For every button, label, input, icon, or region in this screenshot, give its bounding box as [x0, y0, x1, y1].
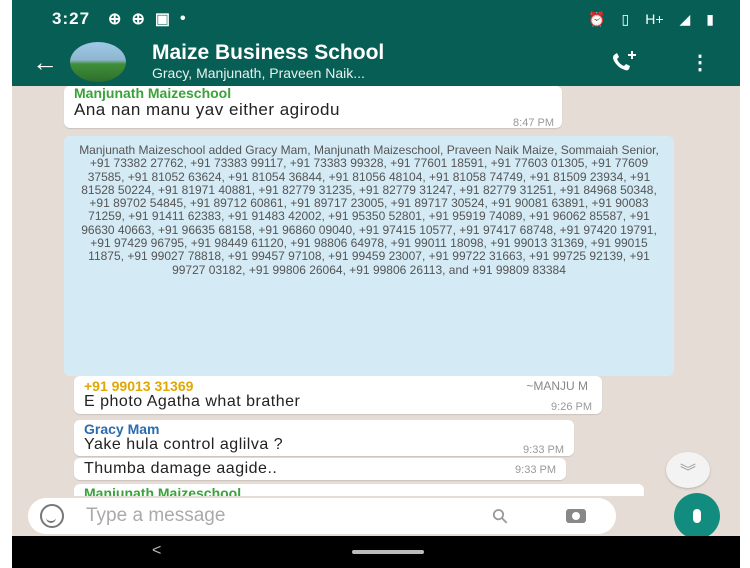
composer-bar: Type a message ⚲ [12, 493, 740, 539]
group-name: Maize Business School [152, 41, 385, 64]
camera-icon[interactable] [566, 509, 586, 523]
message-time: 9:33 PM [523, 444, 564, 456]
mic-glyph [693, 509, 701, 523]
more-vert-icon[interactable]: ⋮ [690, 50, 710, 75]
nav-back-icon[interactable]: < [152, 542, 161, 560]
add-call-icon[interactable] [610, 51, 636, 73]
battery-icon: ▮ [706, 10, 714, 27]
message-bubble[interactable]: +91 99013 31369 ~MANJU M E photo Agatha … [74, 376, 602, 414]
message-time: 8:47 PM [513, 117, 554, 129]
nav-home-icon[interactable] [352, 550, 424, 554]
message-time: 9:26 PM [551, 401, 592, 413]
message-bubble[interactable]: Thumba damage aagide.. 9:33 PM [74, 458, 566, 480]
attach-icon[interactable]: ⚲ [487, 502, 515, 530]
status-bar: 3:27 ⊕ ⊕ ▣ • ⏰ ▯ H+ ◢ ▮ [12, 0, 740, 38]
message-time: 9:33 PM [515, 464, 556, 476]
gallery-notification-icon: ▣ [154, 11, 170, 28]
system-message: Manjunath Maizeschool added Gracy Mam, M… [64, 136, 674, 376]
message-sender-phone[interactable]: +91 99013 31369 [84, 378, 193, 394]
vibrate-icon: ▯ [621, 10, 630, 27]
message-input-placeholder[interactable]: Type a message [86, 505, 225, 527]
message-sender-display-name: ~MANJU M [526, 379, 588, 393]
message-bubble[interactable]: Manjunath Maizeschool [74, 484, 644, 496]
message-text: Ana nan manu yav either agirodu [74, 100, 340, 119]
scroll-down-icon[interactable]: ︾ [666, 452, 710, 488]
group-avatar-icon[interactable] [70, 42, 126, 82]
system-nav-bar: < [12, 536, 740, 568]
message-text: Yake hula control aglilva ? [84, 436, 284, 453]
status-time: 3:27 [52, 9, 91, 28]
notification-app-icon: ⊕ [131, 11, 145, 28]
message-text: E photo Agatha what brather [84, 393, 301, 410]
chat-header: ← Maize Business School Gracy, Manjunath… [12, 38, 740, 86]
signal-icon: ◢ [679, 10, 691, 27]
notification-app-icon: ⊕ [108, 11, 122, 28]
message-text: Thumba damage aagide.. [84, 460, 278, 477]
mic-icon[interactable] [674, 493, 720, 539]
message-bubble[interactable]: Manjunath Maizeschool Ana nan manu yav e… [64, 86, 562, 129]
message-sender: Manjunath Maizeschool [74, 86, 232, 101]
chat-title-block[interactable]: Maize Business School Gracy, Manjunath, … [152, 42, 384, 82]
back-arrow-icon[interactable]: ← [32, 47, 58, 78]
message-sender: Gracy Mam [84, 421, 160, 437]
phone-screen: 3:27 ⊕ ⊕ ▣ • ⏰ ▯ H+ ◢ ▮ ← Maize Business… [12, 0, 740, 568]
message-list[interactable]: Manjunath Maizeschool Ana nan manu yav e… [12, 86, 740, 496]
group-participants: Gracy, Manjunath, Praveen Naik... [152, 65, 365, 81]
dot-icon: • [179, 10, 186, 27]
message-bubble[interactable]: Gracy Mam Yake hula control aglilva ? 9:… [74, 420, 574, 456]
alarm-icon: ⏰ [588, 10, 606, 27]
network-type: H+ [645, 11, 664, 27]
status-left-icons: ⊕ ⊕ ▣ • [108, 9, 186, 29]
message-sender: Manjunath Maizeschool [84, 485, 242, 496]
emoji-icon[interactable] [40, 504, 64, 528]
message-input[interactable]: Type a message ⚲ [28, 498, 616, 534]
status-right-icons: ⏰ ▯ H+ ◢ ▮ [588, 11, 714, 28]
